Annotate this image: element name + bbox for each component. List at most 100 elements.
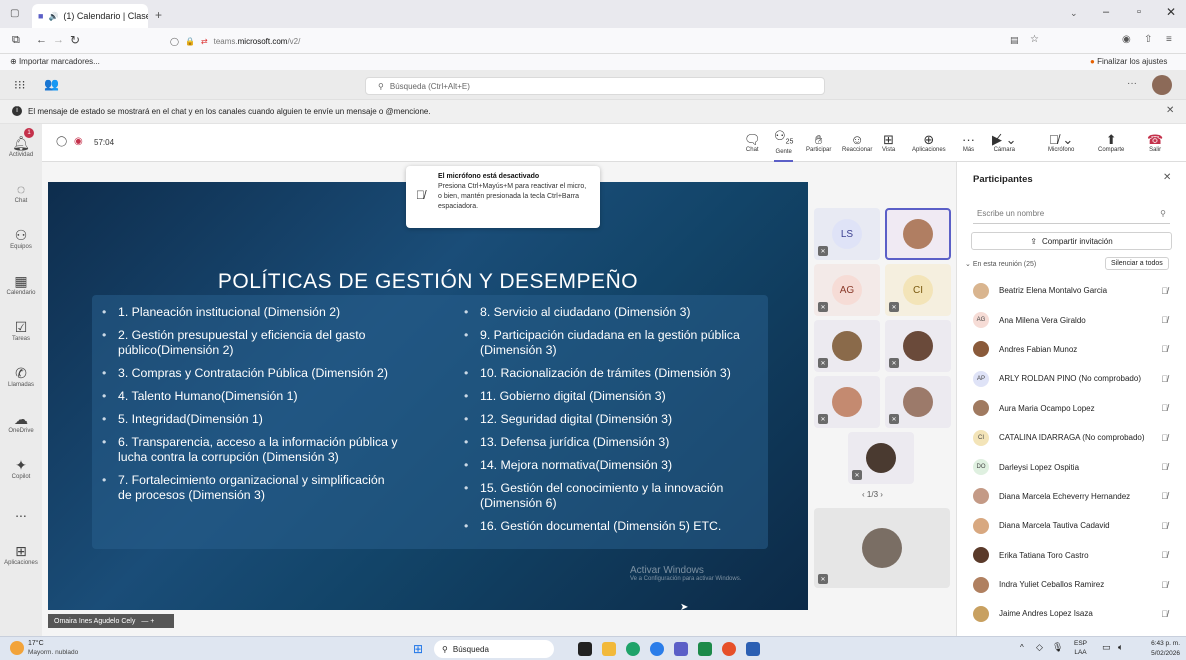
add-apps-icon: ⊞	[15, 543, 27, 559]
participant-row[interactable]: AG Ana Milena Vera Giraldo 🎙̸	[957, 305, 1186, 334]
gallery-pager[interactable]: ‹ 1/3 ›	[862, 490, 883, 499]
self-view-tile[interactable]: ✕	[814, 508, 950, 588]
clock[interactable]: 6:43 p. m. 5/02/2026	[1140, 639, 1180, 659]
participant-row[interactable]: Andres Fabian Munoz 🎙̸	[957, 335, 1186, 364]
phone-icon: ✆	[15, 365, 27, 381]
apps-button[interactable]: ⊕ Aplicaciones	[912, 124, 946, 162]
rail-teams[interactable]: ⚇ Equipos	[0, 216, 42, 262]
reload-button[interactable]: ↻	[70, 33, 80, 47]
task-view-icon[interactable]	[578, 642, 592, 656]
more-button[interactable]: ··· Más	[962, 124, 975, 162]
taskbar-search[interactable]: ⚲ Búsqueda	[434, 640, 554, 658]
browser-tab-teams[interactable]: ■ 🔊 (1) Calendario | Clase 2 | M ×	[32, 4, 148, 28]
mic-tray-icon[interactable]: 🎙︎	[1052, 642, 1063, 653]
participant-name: Aura Maria Ocampo Lopez	[999, 403, 1095, 413]
gallery-tile[interactable]: ✕	[814, 320, 880, 372]
firefox-icon[interactable]	[722, 642, 736, 656]
weather-icon[interactable]	[10, 641, 24, 655]
file-explorer-icon[interactable]	[602, 642, 616, 656]
close-panel-icon[interactable]: ✕	[1163, 172, 1171, 183]
participant-list: Beatriz Elena Montalvo Garcia 🎙̸ AG Ana Mil…	[957, 276, 1186, 629]
display-icon[interactable]: ▭	[1102, 642, 1111, 653]
mute-all-button[interactable]: Silenciar a todos	[1105, 257, 1169, 270]
rail-chat[interactable]: ◌ Chat	[0, 170, 42, 216]
participant-row[interactable]: CI CATALINA IDARRAGA (No comprobado) 🎙̸	[957, 423, 1186, 452]
people-button[interactable]: ⚇25 Gente	[774, 124, 794, 162]
participant-row[interactable]: Beatriz Elena Montalvo Garcia 🎙̸	[957, 276, 1186, 305]
url-field[interactable]: ◯ 🔒 ⇄ teams.microsoft.com/v2/	[170, 34, 670, 48]
finish-settings-link[interactable]: ● Finalizar los ajustes	[1090, 57, 1167, 66]
app-launcher-icon[interactable]: ⁝⁝⁝	[14, 78, 25, 92]
mic-button[interactable]: 🎙̸ ⌄ Micrófono	[1048, 124, 1074, 162]
in-meeting-section[interactable]: ⌄ En esta reunión (25)	[965, 260, 1036, 268]
bookmark-star-icon[interactable]: ☆	[1030, 34, 1039, 45]
teams-search-input[interactable]: ⚲ Búsqueda (Ctrl+Alt+E)	[365, 77, 825, 95]
store-icon[interactable]	[698, 642, 712, 656]
network-icon[interactable]: ◇	[1036, 642, 1043, 653]
edge-icon[interactable]	[626, 642, 640, 656]
gallery-tile[interactable]: LS ✕	[814, 208, 880, 260]
minimize-button[interactable]: –	[1103, 6, 1109, 18]
expand-icon[interactable]: — +	[141, 618, 154, 625]
gallery-tile[interactable]: ✕	[848, 432, 914, 484]
rail-copilot[interactable]: ✦ Copilot	[0, 446, 42, 492]
account-icon[interactable]: ◉	[1122, 34, 1131, 45]
gallery-tile[interactable]: ✕	[885, 320, 951, 372]
chrome-icon[interactable]	[650, 642, 664, 656]
extensions-icon[interactable]: ⇧	[1144, 34, 1152, 45]
import-bookmarks-link[interactable]: ⊕ Importar marcadores...	[10, 57, 100, 66]
participant-search-input[interactable]: Escribe un nombre ⚲	[973, 204, 1170, 224]
avatar: CI	[903, 275, 933, 305]
language-indicator[interactable]: ESP LAA	[1074, 639, 1087, 657]
participant-row[interactable]: Aura Maria Ocampo Lopez 🎙̸	[957, 394, 1186, 423]
avatar[interactable]	[1152, 75, 1172, 95]
rail-activity[interactable]: 🔔︎ 1 Actividad	[0, 124, 42, 170]
rail-onedrive[interactable]: ☁ OneDrive	[0, 400, 42, 446]
rail-tasks[interactable]: ☑ Tareas	[0, 308, 42, 354]
maximize-button[interactable]: ▫	[1137, 6, 1141, 18]
gallery-tile[interactable]	[885, 208, 951, 260]
apps-label: Aplicaciones	[912, 147, 946, 153]
share-invite-button[interactable]: ⇪ Compartir invitación	[971, 232, 1172, 250]
gallery-tile[interactable]: CI ✕	[885, 264, 951, 316]
forward-button[interactable]: →	[53, 34, 64, 46]
close-notice-icon[interactable]: ✕	[1166, 105, 1174, 116]
participant-row[interactable]: Diana Marcela Tautiva Cadavid 🎙̸	[957, 511, 1186, 540]
tray-chevron-icon[interactable]: ^	[1020, 643, 1024, 652]
rail-more[interactable]: ...	[0, 492, 42, 532]
new-tab-button[interactable]: +	[155, 8, 162, 22]
leave-button[interactable]: ☎ Salir	[1147, 124, 1163, 162]
raise-hand-button[interactable]: ✋︎ Participar	[806, 124, 831, 162]
gallery-tile[interactable]: ✕	[885, 376, 951, 428]
volume-icon[interactable]: 🔈︎	[1118, 642, 1123, 653]
menu-icon[interactable]: ≡	[1166, 34, 1172, 45]
participant-row[interactable]: Jaime Andres Lopez Isaza 🎙̸	[957, 599, 1186, 628]
participant-row[interactable]: Erika Tatiana Toro Castro 🎙̸	[957, 541, 1186, 570]
back-button[interactable]: ←	[36, 34, 47, 46]
gallery-tile[interactable]: ✕	[814, 376, 880, 428]
people-icon: ⚇25	[774, 127, 794, 146]
tabs-dropdown-icon[interactable]: ⌄	[1070, 8, 1078, 19]
reader-view-icon[interactable]: ▤	[1010, 35, 1019, 46]
participant-row[interactable]: Diana Marcela Echeverry Hernandez 🎙̸	[957, 482, 1186, 511]
camera-button[interactable]: ▶̸ ⌄ Cámara	[992, 124, 1017, 162]
react-button[interactable]: ☺ Reaccionar	[842, 124, 872, 162]
participant-row[interactable]: Indra Yuliet Ceballos Ramirez 🎙̸	[957, 570, 1186, 599]
chat-button[interactable]: 🗨︎ Chat	[744, 124, 761, 162]
participant-row[interactable]: DO Darleysi Lopez Ospitia 🎙̸	[957, 452, 1186, 481]
teams-icon[interactable]	[674, 642, 688, 656]
close-window-button[interactable]: ✕	[1166, 5, 1176, 19]
gallery-tile[interactable]: AG ✕	[814, 264, 880, 316]
start-button[interactable]: ⊞	[413, 642, 423, 656]
share-button[interactable]: ⬆ Comparte	[1098, 124, 1124, 162]
rail-apps[interactable]: ⊞ Aplicaciones	[0, 532, 42, 578]
rail-calendar[interactable]: ▦ Calendario	[0, 262, 42, 308]
mic-muted-toast: 🎙̸ El micrófono está desactivado Presion…	[406, 166, 600, 228]
more-options-icon[interactable]: ···	[1127, 78, 1137, 89]
word-icon[interactable]	[746, 642, 760, 656]
tab-overview-icon[interactable]: ▢	[10, 8, 19, 19]
view-button[interactable]: ⊞ Vista	[882, 124, 895, 162]
sidebar-toggle-icon[interactable]: ⧉	[12, 34, 20, 47]
rail-calls[interactable]: ✆ Llamadas	[0, 354, 42, 400]
participant-row[interactable]: AP ARLY ROLDAN PINO (No comprobado) 🎙̸	[957, 364, 1186, 393]
